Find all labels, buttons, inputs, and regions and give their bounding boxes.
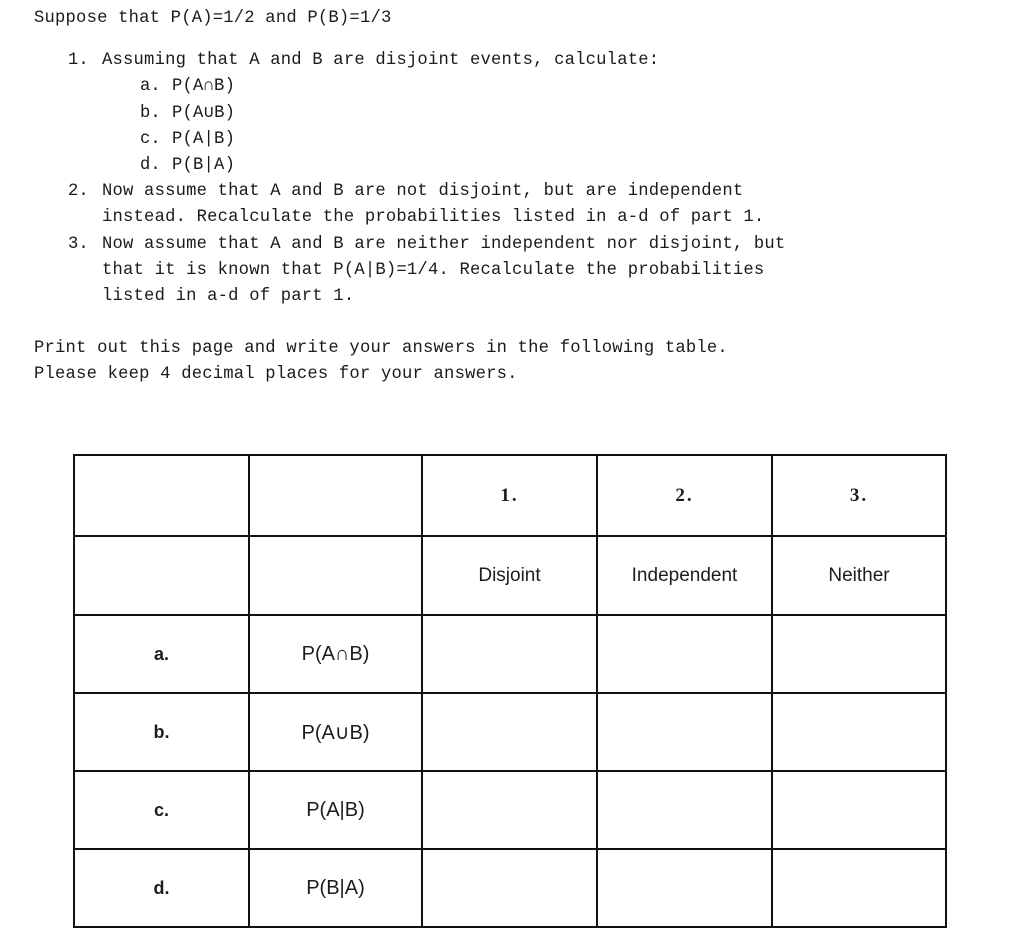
answer-cell-neither[interactable]: [771, 770, 947, 850]
question-item-2: 2. Now assume that A and B are not disjo…: [68, 179, 994, 231]
header-name-label: Neither: [828, 564, 890, 586]
subquestion-item-a: a. P(A∩B): [140, 74, 994, 100]
answer-cell-independent[interactable]: [596, 614, 773, 694]
table-row: c. P(A|B): [73, 770, 947, 850]
closing-line: Print out this page and write your answe…: [34, 339, 728, 359]
answer-cell-disjoint[interactable]: [421, 770, 598, 850]
header-number-label: 2.: [675, 484, 694, 506]
subquestion-item-c: c. P(A|B): [140, 127, 994, 153]
row-formula-cell: P(A∪B): [248, 692, 423, 772]
question-marker: 1.: [68, 51, 89, 71]
table-row: b. P(A∪B): [73, 692, 947, 772]
row-letter-label: c.: [153, 799, 169, 820]
row-formula-cell: P(A∩B): [248, 614, 423, 694]
table-header-name-row: Disjoint Independent Neither: [73, 535, 947, 616]
answer-cell-neither[interactable]: [771, 692, 947, 772]
subquestion-text: P(B|A): [172, 156, 236, 176]
table-header-number-row: 1. 2. 3.: [73, 454, 947, 537]
subquestion-item-d: d. P(B|A): [140, 153, 994, 179]
row-letter-cell: a.: [73, 614, 250, 694]
intro-line: Suppose that P(A)=1/2 and P(B)=1/3: [34, 9, 392, 28]
header-name-label: Independent: [631, 564, 738, 586]
spacer-cell: [73, 454, 250, 537]
row-formula-label: P(B|A): [306, 876, 365, 899]
subquestion-text: P(A∪B): [172, 103, 236, 123]
problem-statement: Suppose that P(A)=1/2 and P(B)=1/3 1. As…: [34, 6, 994, 389]
question-text: Now assume that A and B are not disjoint…: [102, 182, 744, 202]
closing-line: Please keep 4 decimal places for your an…: [34, 365, 518, 385]
row-letter-cell: d.: [73, 848, 250, 928]
question-text: listed in a-d of part 1.: [102, 287, 355, 307]
table-row: d. P(B|A): [73, 848, 947, 928]
answer-table-wrapper: 1. 2. 3. Disjoint Independent Neither a.…: [73, 454, 947, 928]
question-marker: 2.: [68, 182, 89, 202]
subquestion-marker: c.: [140, 129, 161, 149]
closing-instructions: Print out this page and write your answe…: [34, 336, 994, 388]
question-marker: 3.: [68, 234, 89, 254]
subquestion-text: P(A|B): [172, 129, 236, 149]
row-formula-label: P(A∪B): [301, 721, 370, 744]
header-number-3: 3.: [771, 454, 947, 537]
row-letter-cell: b.: [73, 692, 250, 772]
row-formula-cell: P(B|A): [248, 848, 423, 928]
header-number-label: 3.: [849, 484, 869, 506]
subquestion-text: P(A∩B): [172, 77, 236, 97]
answer-cell-independent[interactable]: [596, 692, 773, 772]
row-letter-label: b.: [153, 721, 170, 742]
answer-cell-disjoint[interactable]: [421, 692, 598, 772]
question-text: that it is known that P(A|B)=1/4. Recalc…: [102, 260, 765, 280]
header-name-neither: Neither: [771, 535, 947, 616]
row-letter-label: d.: [153, 877, 170, 898]
subquestion-marker: d.: [140, 156, 161, 176]
answer-cell-neither[interactable]: [771, 614, 947, 694]
header-name-independent: Independent: [596, 535, 773, 616]
header-number-label: 1.: [500, 484, 519, 506]
row-formula-cell: P(A|B): [248, 770, 423, 850]
answer-cell-independent[interactable]: [596, 770, 773, 850]
row-letter-cell: c.: [73, 770, 250, 850]
subquestion-item-b: b. P(A∪B): [140, 101, 994, 127]
spacer-cell: [248, 454, 423, 537]
question-list: 1. Assuming that A and B are disjoint ev…: [34, 48, 994, 310]
row-formula-label: P(A∩B): [301, 642, 370, 665]
subquestion-list: a. P(A∩B) b. P(A∪B) c. P(A|B) d. P(B|A): [140, 74, 994, 179]
spacer-cell: [248, 535, 423, 616]
answer-cell-independent[interactable]: [596, 848, 773, 928]
answer-cell-neither[interactable]: [771, 848, 947, 928]
answer-cell-disjoint[interactable]: [421, 614, 598, 694]
answer-cell-disjoint[interactable]: [421, 848, 598, 928]
row-formula-label: P(A|B): [306, 798, 365, 821]
header-name-disjoint: Disjoint: [421, 535, 598, 616]
header-name-label: Disjoint: [478, 564, 541, 586]
subquestion-marker: b.: [140, 103, 161, 123]
subquestion-marker: a.: [140, 77, 161, 97]
question-item-3: 3. Now assume that A and B are neither i…: [68, 232, 994, 311]
answer-table: 1. 2. 3. Disjoint Independent Neither a.…: [73, 454, 947, 928]
question-item-1: 1. Assuming that A and B are disjoint ev…: [68, 48, 994, 179]
header-number-1: 1.: [421, 454, 598, 537]
header-number-2: 2.: [596, 454, 773, 537]
row-letter-label: a.: [153, 643, 169, 664]
question-text: instead. Recalculate the probabilities l…: [102, 208, 765, 228]
question-text: Assuming that A and B are disjoint event…: [102, 51, 660, 71]
table-row: a. P(A∩B): [73, 614, 947, 694]
question-text: Now assume that A and B are neither inde…: [102, 234, 786, 254]
spacer-cell: [73, 535, 250, 616]
